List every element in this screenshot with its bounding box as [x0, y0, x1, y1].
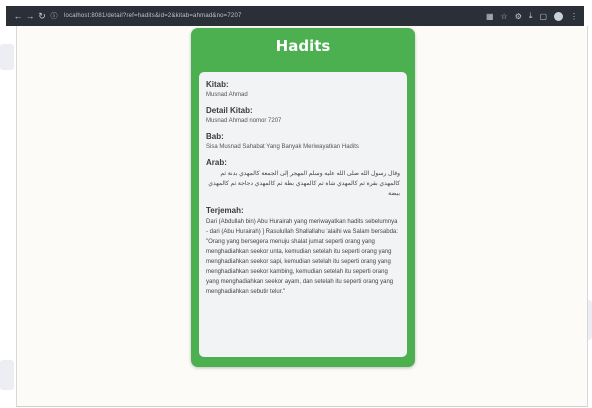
bab-section: Bab: Sisa Musnad Sahabat Yang Banyak Mer… [206, 132, 400, 151]
terjemah-text: Dari (Abdullah bin) Abu Hurairah yang me… [206, 219, 398, 295]
arab-text: وقال رسول الله صلى الله عليه وسلم المهجر… [208, 171, 400, 197]
kitab-value: Musnad Ahmad [206, 92, 248, 98]
bookmark-star-icon[interactable]: ☆ [501, 12, 508, 21]
card-title: Hadits [275, 37, 331, 55]
background-decoration [0, 44, 14, 70]
background-decoration [0, 360, 14, 390]
bab-value: Sisa Musnad Sahabat Yang Banyak Meriwaya… [206, 144, 359, 150]
arab-label: Arab: [206, 158, 227, 167]
menu-dots-icon[interactable]: ⋮ [570, 12, 578, 21]
terjemah-section: Terjemah: Dari (Abdullah bin) Abu Hurair… [206, 206, 400, 297]
hadits-card: Hadits Kitab: Musnad Ahmad Detail Kitab:… [191, 28, 415, 367]
address-bar[interactable]: localhost:8081/detail?ref=hadits&id=2&ki… [64, 13, 242, 19]
kitab-label: Kitab: [206, 80, 229, 89]
terjemah-label: Terjemah: [206, 206, 244, 215]
sidepanel-icon[interactable]: ▢ [539, 12, 547, 21]
page-viewport: Hadits Kitab: Musnad Ahmad Detail Kitab:… [16, 26, 588, 407]
profile-avatar[interactable] [554, 11, 563, 21]
download-icon[interactable]: ⤓ [529, 11, 533, 21]
detail-kitab-value: Musnad Ahmad nomor 7207 [206, 118, 282, 124]
forward-icon[interactable]: → [24, 11, 36, 21]
site-info-icon[interactable]: ⓘ [48, 11, 60, 21]
extensions-icon[interactable]: ⚙ [515, 12, 522, 21]
reload-icon[interactable]: ↻ [36, 11, 48, 22]
detail-kitab-label: Detail Kitab: [206, 106, 253, 115]
kitab-section: Kitab: Musnad Ahmad [206, 80, 400, 99]
translate-icon[interactable]: ▦ [486, 12, 494, 21]
browser-toolbar: ← → ↻ ⓘ localhost:8081/detail?ref=hadits… [6, 6, 584, 26]
detail-kitab-section: Detail Kitab: Musnad Ahmad nomor 7207 [206, 106, 400, 125]
arab-section: Arab: وقال رسول الله صلى الله عليه وسلم … [206, 158, 400, 199]
back-icon[interactable]: ← [12, 11, 24, 21]
hadits-detail-panel: Kitab: Musnad Ahmad Detail Kitab: Musnad… [199, 72, 407, 357]
bab-label: Bab: [206, 132, 224, 141]
toolbar-actions: ▦ ☆ ⚙ ⤓ ▢ ⋮ [486, 11, 578, 21]
